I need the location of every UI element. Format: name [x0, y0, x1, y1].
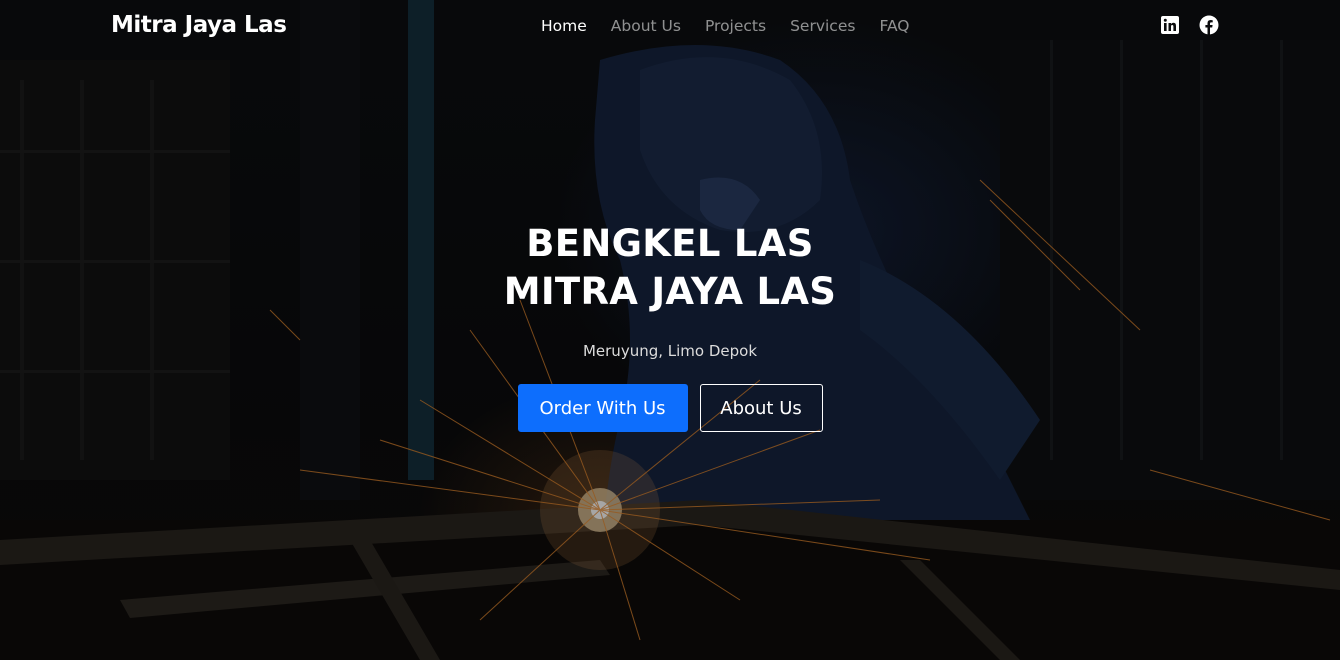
linkedin-icon[interactable] [1160, 15, 1180, 35]
nav-link-services[interactable]: Services [790, 17, 855, 35]
hero-buttons: Order With Us About Us [0, 384, 1340, 432]
brand-logo[interactable]: Mitra Jaya Las [111, 12, 287, 38]
nav-link-home[interactable]: Home [541, 17, 587, 35]
hero-section: Mitra Jaya Las Home About Us Projects Se… [0, 0, 1340, 660]
nav-link-about-us[interactable]: About Us [611, 17, 681, 35]
hero-title-line-2: MITRA JAYA LAS [503, 270, 837, 313]
hero-subtitle: Meruyung, Limo Depok [582, 342, 758, 360]
order-with-us-button[interactable]: Order With Us [517, 384, 688, 432]
hero-title-line-1: BENGKEL LAS [526, 222, 814, 265]
hero-content: BENGKEL LAS MITRA JAYA LAS Meruyung, Lim… [0, 220, 1340, 432]
hero-title: BENGKEL LAS MITRA JAYA LAS [0, 220, 1340, 316]
nav-links: Home About Us Projects Services FAQ [541, 17, 909, 35]
facebook-icon[interactable] [1199, 15, 1219, 35]
about-us-button[interactable]: About Us [699, 384, 823, 432]
nav-link-faq[interactable]: FAQ [879, 17, 909, 35]
nav-link-projects[interactable]: Projects [705, 17, 766, 35]
navbar: Mitra Jaya Las Home About Us Projects Se… [0, 0, 1340, 54]
